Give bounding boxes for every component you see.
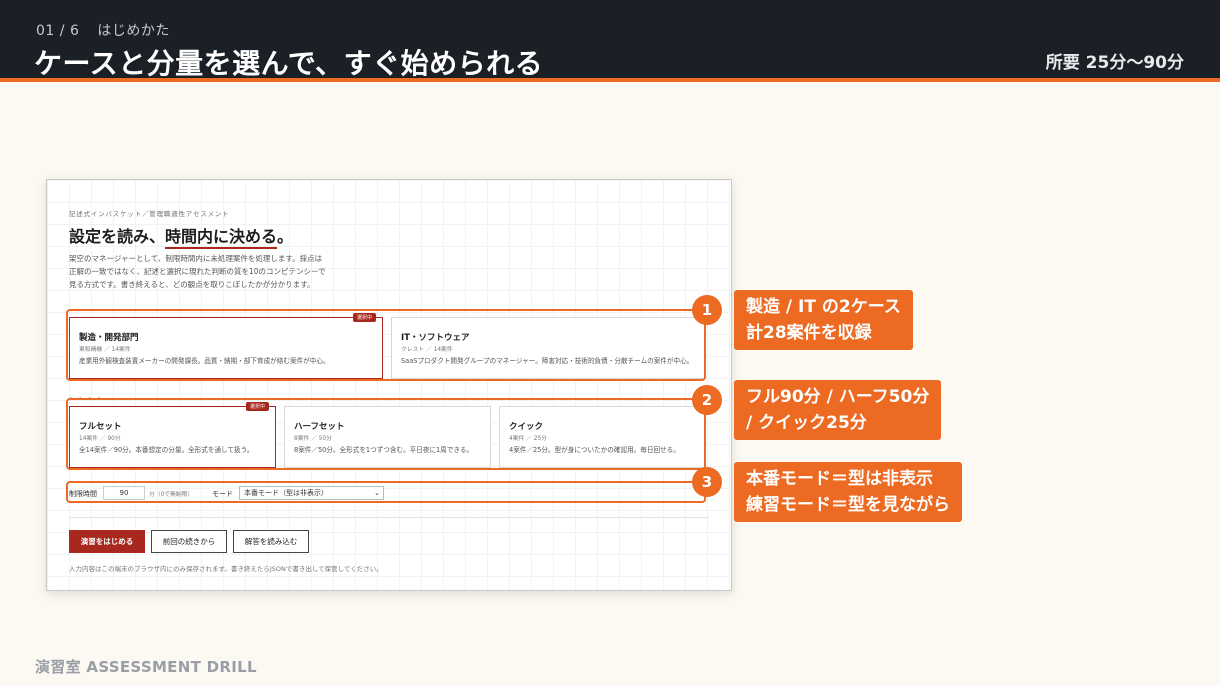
app-lead: 架空のマネージャーとして、制限時間内に未処理案件を処理します。採点は 正解の一致… (69, 252, 349, 291)
highlight-box-settings (66, 481, 706, 503)
start-drill-button[interactable]: 演習をはじめる (69, 530, 145, 553)
lead-line: 架空のマネージャーとして、制限時間内に未処理案件を処理します。採点は (69, 254, 323, 263)
step-current: 01 (36, 23, 55, 39)
resume-button[interactable]: 前回の続きから (151, 530, 227, 553)
app-eyebrow: 記述式インバスケット／管理職適性アセスメント (69, 210, 230, 218)
duration-label: 所要 25分〜90分 (1045, 53, 1184, 73)
marker-1: 1 (692, 295, 722, 325)
marker-3: 3 (692, 467, 722, 497)
step-label: はじめかた (97, 23, 170, 39)
footer-brand: 演習室 ASSESSMENT DRILL (35, 658, 257, 676)
headline-pre: 設定を読み、 (69, 227, 166, 246)
callout-line: 本番モード＝型は非表示 (746, 469, 933, 489)
callout-mode: 本番モード＝型は非表示 練習モード＝型を見ながら (734, 462, 962, 522)
step-indicator: 01 / 6 はじめかた (36, 23, 170, 39)
callout-line: 製造 / IT の2ケース (746, 297, 901, 317)
marker-2: 2 (692, 385, 722, 415)
headline-post: 。 (277, 227, 294, 246)
app-headline: 設定を読み、時間内に決める。 (69, 223, 294, 249)
highlight-box-volumes (66, 398, 706, 470)
callout-volumes: フル90分 / ハーフ50分 / クイック25分 (734, 380, 942, 440)
lead-line: 見る方式です。書き終えると、どの観点を取りこぼしたかが分かります。 (69, 280, 315, 289)
callout-cases: 製造 / IT の2ケース 計28案件を収録 (734, 290, 913, 350)
slide-title: ケースと分量を選んで、すぐ始められる (34, 47, 544, 80)
step-total: 6 (69, 23, 80, 39)
callout-line: / クイック25分 (746, 413, 867, 433)
storage-footnote: 入力内容はこの端末のブラウザ内にのみ保存されます。書き終えたらJSONで書き出し… (69, 565, 383, 573)
lead-line: 正解の一致ではなく、記述と選択に現れた判断の質を10のコンピテンシーで (69, 267, 326, 276)
callout-line: 練習モード＝型を見ながら (746, 495, 950, 515)
headline-highlight: 時間内に決める (165, 227, 278, 249)
callout-line: フル90分 / ハーフ50分 (746, 387, 930, 407)
highlight-box-cases (66, 309, 706, 381)
app-screenshot: 記述式インバスケット／管理職適性アセスメント 設定を読み、時間内に決める。 架空… (46, 179, 732, 591)
callout-line: 計28案件を収録 (746, 323, 872, 343)
divider (69, 517, 709, 518)
slide-header: 01 / 6 はじめかた ケースと分量を選んで、すぐ始められる 所要 25分〜90… (0, 0, 1220, 82)
load-answers-button[interactable]: 解答を読み込む (233, 530, 309, 553)
